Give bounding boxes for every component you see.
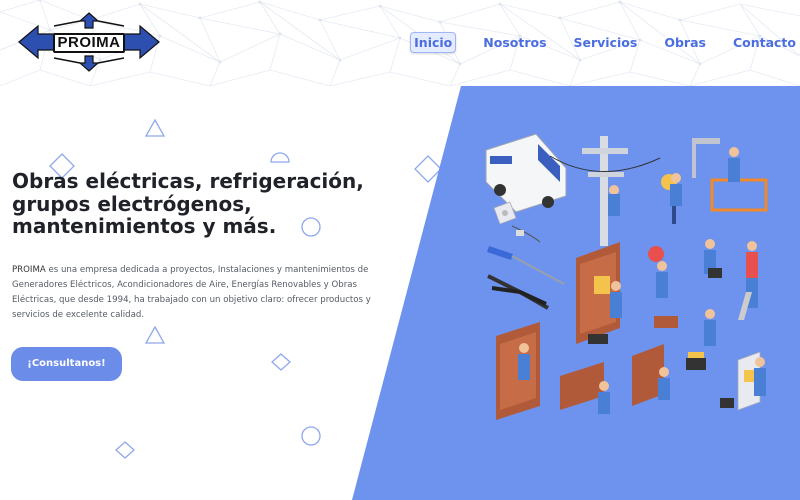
- hero-title: Obras eléctricas, refrigeración, grupos …: [12, 170, 372, 238]
- hero-description-text: es una empresa dedicada a proyectos, Ins…: [12, 265, 371, 320]
- screwdriver-icon: [487, 246, 565, 285]
- meter-box-icon: [720, 351, 766, 411]
- hero-title-line-3: mantenimientos y más.: [12, 214, 277, 238]
- hero-title-line-1: Obras eléctricas, refrigeración,: [12, 169, 364, 193]
- van-icon: [485, 133, 567, 213]
- hero-description-brand: PROIMA: [12, 265, 46, 275]
- consultanos-button[interactable]: ¡Consultanos!: [11, 347, 122, 381]
- nav-nosotros[interactable]: Nosotros: [483, 35, 546, 50]
- hero-description: PROIMA es una empresa dedicada a proyect…: [12, 263, 384, 323]
- hero-title-line-2: grupos electrógenos,: [12, 191, 252, 216]
- site-header: PROIMA Inicio Nosotros Servicios Obras C…: [0, 0, 800, 86]
- hero-section: Obras eléctricas, refrigeración, grupos …: [0, 86, 800, 500]
- nav-inicio[interactable]: Inicio: [410, 32, 457, 53]
- workers-icon: [648, 239, 758, 346]
- nav-obras[interactable]: Obras: [664, 35, 706, 50]
- nav-contacto[interactable]: Contacto: [733, 35, 796, 50]
- lift-platform-icon: [710, 147, 768, 212]
- electric-panel-icon: [576, 242, 622, 344]
- main-nav: Inicio Nosotros Servicios Obras Contacto: [383, 32, 796, 53]
- proima-logo[interactable]: PROIMA: [18, 12, 160, 72]
- nav-servicios[interactable]: Servicios: [574, 35, 638, 50]
- logo-text: PROIMA: [53, 33, 125, 53]
- pliers-icon: [487, 274, 549, 310]
